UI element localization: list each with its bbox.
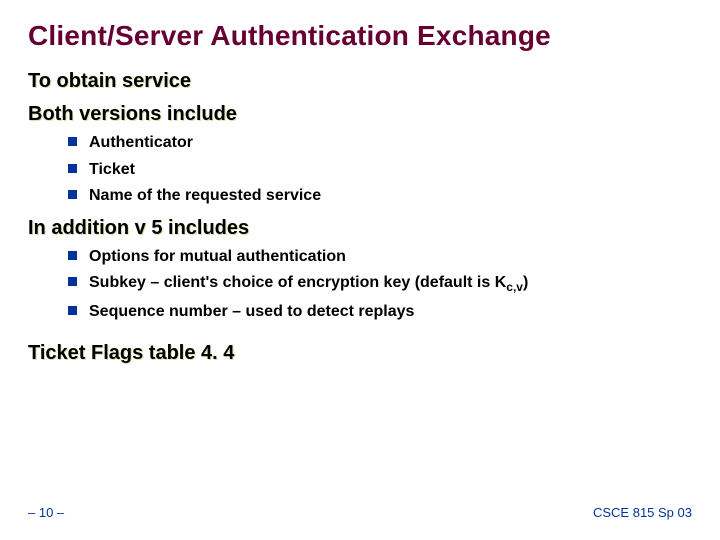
bullet-square-icon [68, 277, 77, 286]
list-item: Authenticator [68, 132, 692, 154]
list-item: Sequence number – used to detect replays [68, 301, 692, 323]
slide-footer: – 10 – CSCE 815 Sp 03 [28, 505, 692, 520]
list-item: Ticket [68, 159, 692, 181]
bullet-text: Sequence number – used to detect replays [89, 301, 414, 323]
bullet-square-icon [68, 137, 77, 146]
bullet-square-icon [68, 251, 77, 260]
bullet-text: Ticket [89, 159, 135, 181]
bullet-square-icon [68, 164, 77, 173]
bullet-square-icon [68, 306, 77, 315]
bullet-text: Name of the requested service [89, 185, 321, 207]
bullet-text: Authenticator [89, 132, 193, 154]
page-number: – 10 – [28, 505, 64, 520]
list-v5-includes: Options for mutual authentication Subkey… [68, 246, 692, 323]
list-item: Subkey – client's choice of encryption k… [68, 272, 692, 295]
course-label: CSCE 815 Sp 03 [593, 505, 692, 520]
subkey-pre: Subkey – client's choice of encryption k… [89, 274, 506, 291]
slide-title: Client/Server Authentication Exchange [28, 20, 692, 52]
list-item: Name of the requested service [68, 185, 692, 207]
bullet-square-icon [68, 190, 77, 199]
heading-both-versions: Both versions include [28, 103, 692, 126]
heading-v5-includes: In addition v 5 includes [28, 217, 692, 240]
bullet-text: Options for mutual authentication [89, 246, 346, 268]
subkey-post: ) [523, 274, 528, 291]
heading-obtain-service: To obtain service [28, 70, 692, 93]
list-item: Options for mutual authentication [68, 246, 692, 268]
heading-ticket-flags: Ticket Flags table 4. 4 [28, 342, 692, 365]
list-both-versions: Authenticator Ticket Name of the request… [68, 132, 692, 207]
bullet-text-subkey: Subkey – client's choice of encryption k… [89, 272, 528, 295]
subkey-subscript: c,v [506, 281, 523, 295]
